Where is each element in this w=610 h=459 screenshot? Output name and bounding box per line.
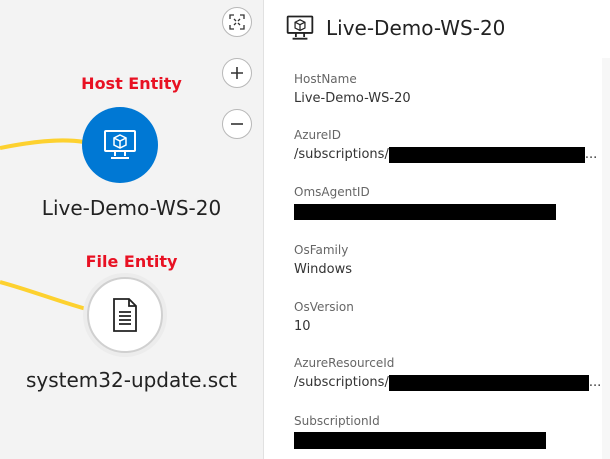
redaction-bar <box>294 432 546 449</box>
host-entity-label: Host Entity <box>81 74 182 93</box>
field-value <box>294 432 599 449</box>
investigation-graph-canvas[interactable]: Host Entity Live-Demo-WS-20 File Entity … <box>0 0 263 459</box>
field-value: /subscriptions/... <box>294 146 599 163</box>
fit-to-screen-button[interactable] <box>222 7 252 37</box>
fit-screen-icon <box>229 14 245 30</box>
field-osfamily: OsFamily Windows <box>294 242 599 278</box>
redaction-bar <box>388 374 589 391</box>
field-label: SubscriptionId <box>294 414 380 428</box>
field-value: /subscriptions/... <box>294 374 602 391</box>
panel-header: Live-Demo-WS-20 <box>264 0 610 55</box>
host-node[interactable] <box>82 107 158 183</box>
value-prefix: /subscriptions/ <box>294 147 389 162</box>
panel-title: Live-Demo-WS-20 <box>326 15 506 40</box>
file-node-name: system32-update.sct <box>25 368 238 392</box>
field-subscriptionid: SubscriptionId <box>294 413 599 449</box>
field-value: Windows <box>294 262 353 277</box>
field-value: Live-Demo-WS-20 <box>294 91 411 106</box>
field-omsagentid: OmsAgentID <box>294 184 599 220</box>
ellipsis: ... <box>588 375 602 390</box>
field-label: HostName <box>294 72 357 86</box>
field-label: OsVersion <box>294 300 354 314</box>
value-prefix: /subscriptions/ <box>294 375 389 390</box>
zoom-out-button[interactable] <box>222 109 252 139</box>
field-value <box>294 203 599 220</box>
ellipsis: ... <box>584 147 598 162</box>
field-label: AzureResourceId <box>294 356 395 370</box>
minus-icon <box>231 123 243 125</box>
host-node-name: Live-Demo-WS-20 <box>41 196 222 220</box>
field-label: AzureID <box>294 128 341 142</box>
panel-scrollbar[interactable] <box>602 58 610 459</box>
field-osversion: OsVersion 10 <box>294 299 599 335</box>
field-label: OsFamily <box>294 243 349 257</box>
monitor-icon <box>104 130 136 159</box>
document-icon <box>113 298 137 332</box>
field-azureid: AzureID /subscriptions/... <box>294 127 599 163</box>
edge-to-host <box>0 138 85 150</box>
file-entity-label: File Entity <box>85 252 178 271</box>
redaction-bar <box>388 146 585 163</box>
entity-details-panel: Live-Demo-WS-20 HostName Live-Demo-WS-20… <box>263 0 610 459</box>
field-value: 10 <box>294 319 311 334</box>
monitor-icon <box>284 12 316 44</box>
redaction-bar <box>294 203 556 220</box>
field-hostname: HostName Live-Demo-WS-20 <box>294 71 599 107</box>
field-azureresourceid: AzureResourceId /subscriptions/... <box>294 355 602 391</box>
field-label: OmsAgentID <box>294 185 370 199</box>
file-node[interactable] <box>87 277 163 353</box>
edge-to-file <box>0 280 91 312</box>
